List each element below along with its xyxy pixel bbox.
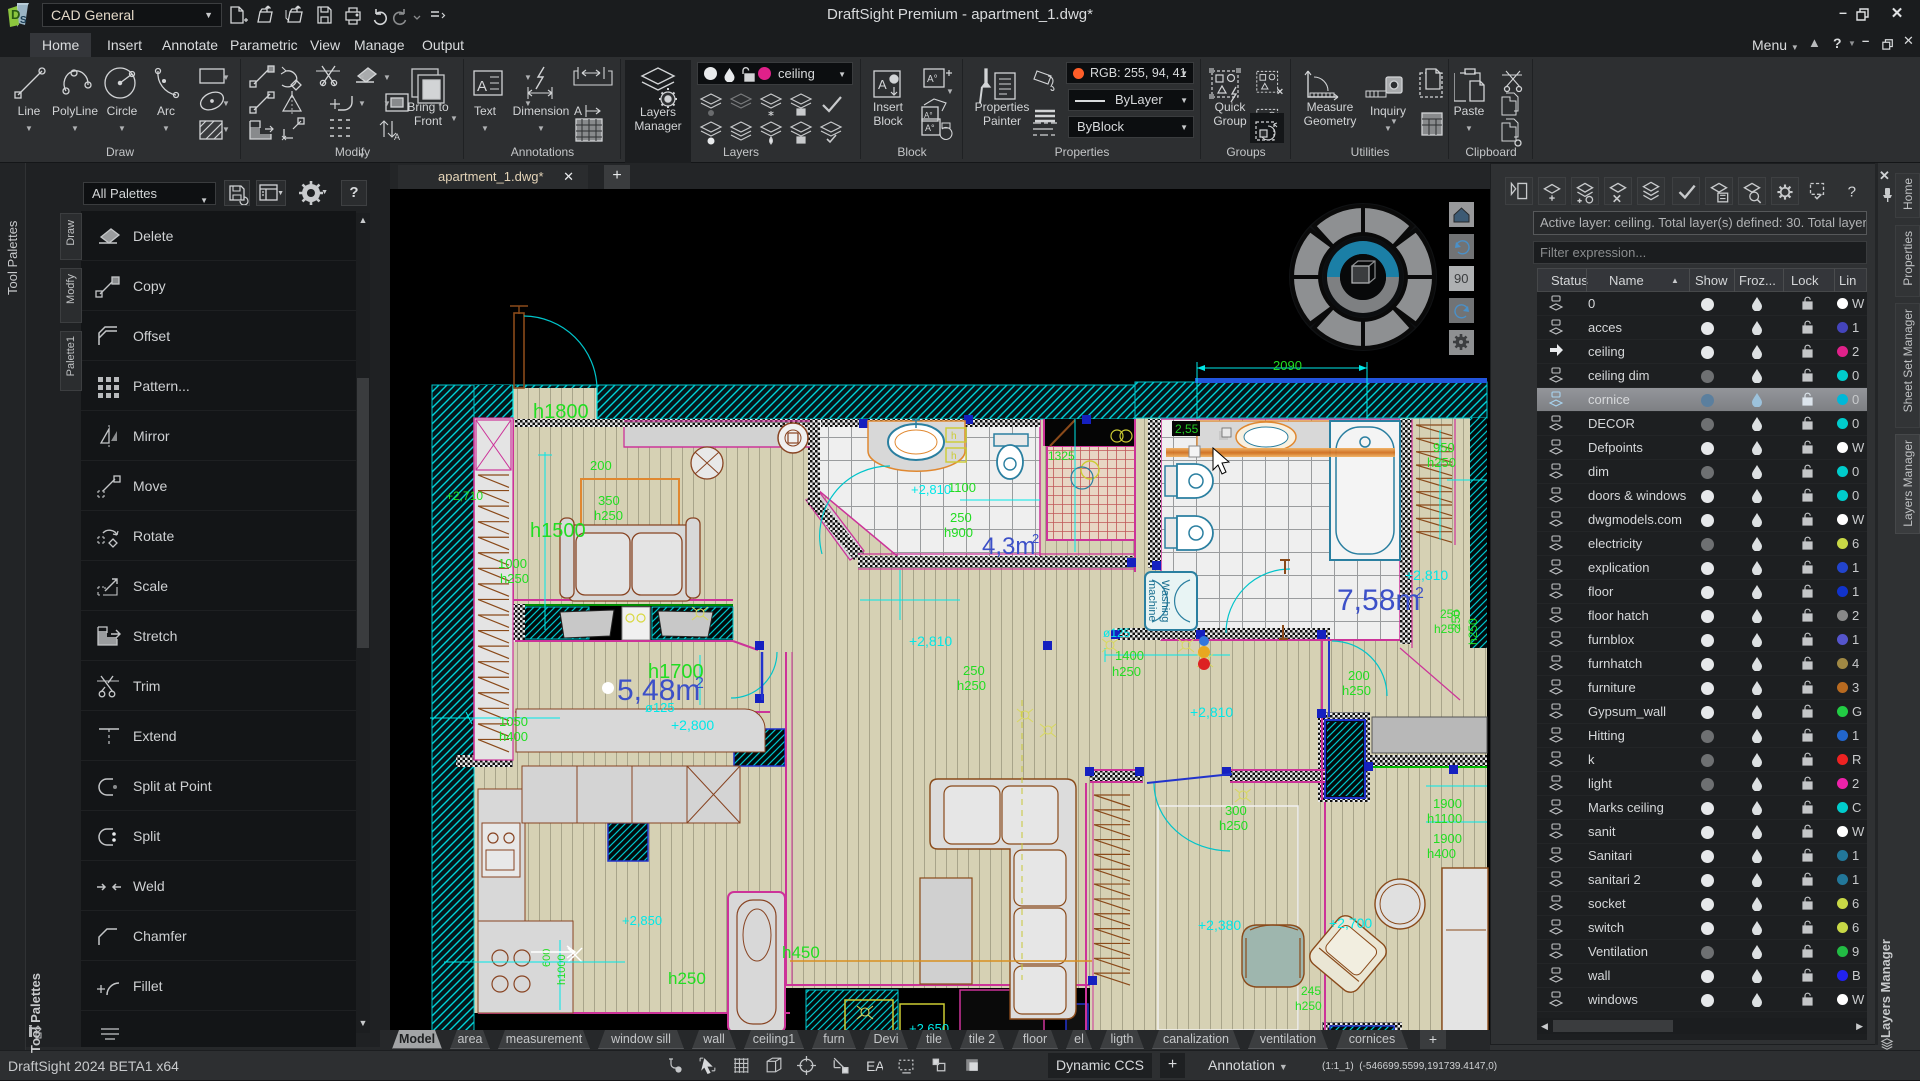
svg-text:250: 250 — [963, 663, 985, 678]
svg-text:+2,810: +2,810 — [911, 482, 951, 497]
svg-text:1900: 1900 — [1433, 831, 1462, 846]
svg-text:h1500: h1500 — [530, 520, 586, 542]
svg-text:h250: h250 — [1427, 455, 1456, 470]
svg-text:4,3m: 4,3m — [982, 533, 1035, 560]
svg-text:1050: 1050 — [499, 714, 528, 729]
svg-text:245: 245 — [1301, 984, 1321, 998]
svg-text:300: 300 — [1225, 803, 1247, 818]
svg-text:+2,700: +2,700 — [1329, 915, 1372, 931]
svg-text:?: ? — [1848, 184, 1856, 201]
svg-text:+2,800: +2,800 — [671, 717, 714, 733]
svg-text:A°: A° — [927, 74, 938, 85]
svg-text:h250: h250 — [500, 571, 529, 586]
svg-text:200: 200 — [590, 458, 612, 473]
svg-text:h250: h250 — [1112, 664, 1141, 679]
svg-text:5,48m: 5,48m — [617, 674, 700, 707]
svg-text:h250: h250 — [1466, 618, 1480, 645]
svg-text:2,55: 2,55 — [1175, 422, 1199, 436]
svg-text:+2,810: +2,810 — [1190, 704, 1233, 720]
svg-text:h: h — [951, 451, 957, 462]
svg-text:h250: h250 — [668, 969, 706, 988]
svg-text:h450: h450 — [782, 943, 820, 962]
svg-text:+2,380: +2,380 — [1198, 917, 1241, 933]
svg-text:h400: h400 — [499, 729, 528, 744]
svg-text:h250: h250 — [1219, 818, 1248, 833]
svg-text:A: A — [394, 132, 400, 142]
svg-text:1000: 1000 — [498, 556, 527, 571]
svg-text:+2,850: +2,850 — [622, 913, 662, 928]
svg-text:250: 250 — [1440, 607, 1460, 621]
svg-text:950: 950 — [1433, 440, 1455, 455]
svg-text:ø125: ø125 — [1103, 626, 1131, 640]
svg-text:h1100: h1100 — [1427, 811, 1462, 826]
svg-text:h900: h900 — [944, 525, 973, 540]
svg-text:2: 2 — [695, 675, 704, 692]
svg-text:h1800: h1800 — [533, 401, 589, 423]
svg-text:+2,810: +2,810 — [1405, 567, 1448, 583]
svg-text:1100: 1100 — [948, 480, 976, 495]
svg-text:7,58m: 7,58m — [1337, 584, 1420, 617]
svg-text:h250: h250 — [1342, 683, 1371, 698]
svg-text:200: 200 — [1348, 668, 1370, 683]
svg-text:EA: EA — [866, 1059, 883, 1074]
svg-text:+2,710: +2,710 — [446, 489, 483, 503]
svg-text:h250: h250 — [957, 678, 986, 693]
svg-text:2: 2 — [1415, 585, 1424, 602]
svg-text:1325: 1325 — [1048, 449, 1075, 463]
svg-text:A: A — [878, 77, 887, 92]
svg-text:h250: h250 — [594, 508, 623, 523]
svg-text:h400: h400 — [1427, 846, 1456, 861]
svg-text:250: 250 — [950, 510, 972, 525]
svg-text:A: A — [477, 78, 487, 95]
svg-text:2090: 2090 — [1273, 358, 1302, 373]
svg-text:+2,810: +2,810 — [909, 633, 952, 649]
svg-text:h250: h250 — [1434, 622, 1461, 636]
svg-text:350: 350 — [598, 493, 620, 508]
svg-text:90: 90 — [1454, 271, 1468, 286]
svg-text:Washing: Washing — [1159, 580, 1171, 622]
svg-text:1900: 1900 — [1433, 796, 1462, 811]
svg-text:D: D — [11, 7, 20, 22]
svg-text:h250: h250 — [1295, 999, 1322, 1013]
svg-text:S: S — [20, 15, 27, 26]
svg-text:machine: machine — [1146, 580, 1158, 622]
svg-text:2: 2 — [1032, 531, 1039, 546]
svg-text:1400: 1400 — [1115, 648, 1144, 663]
svg-text:h1000: h1000 — [556, 954, 568, 985]
svg-text:h: h — [951, 431, 957, 442]
